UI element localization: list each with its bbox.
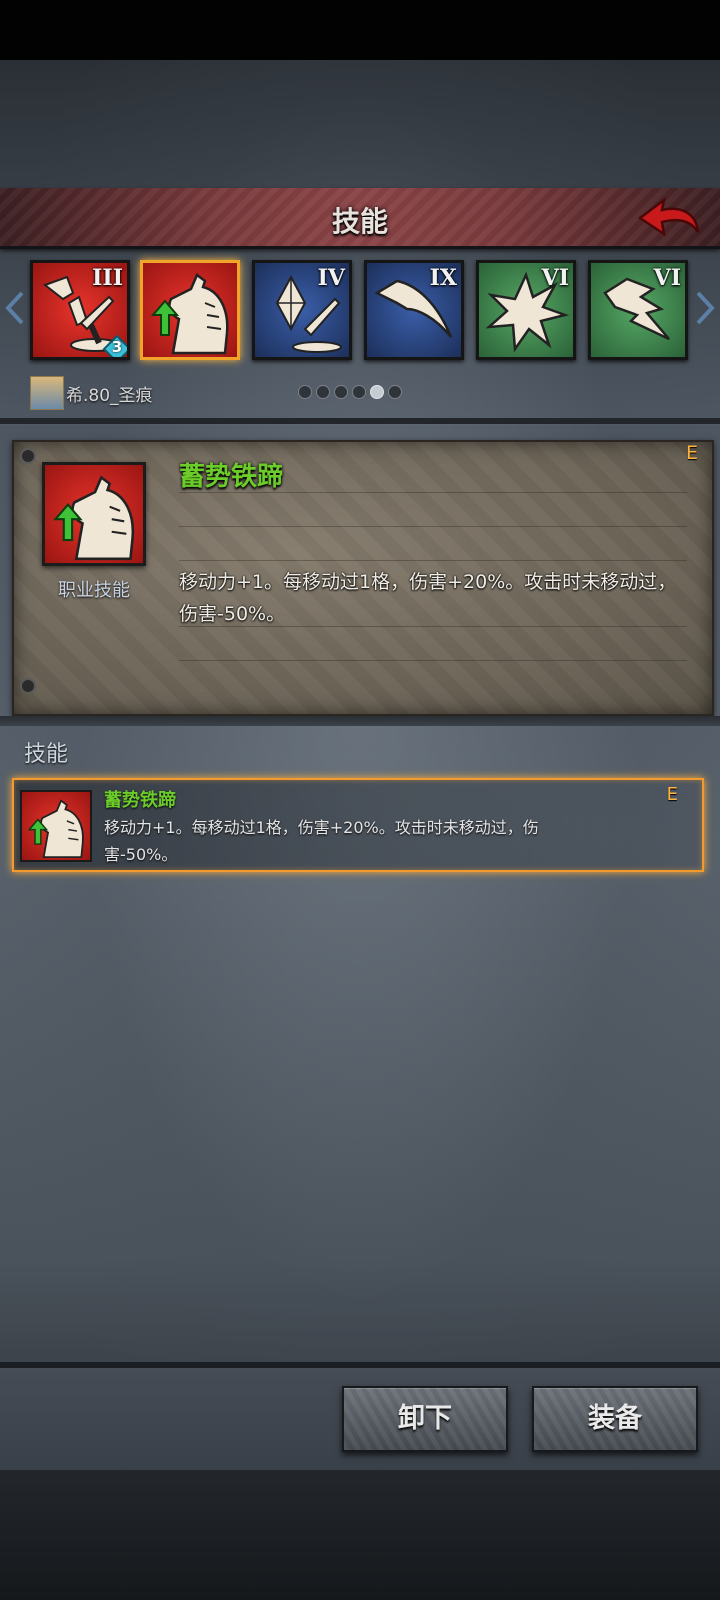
ruled-line bbox=[179, 560, 687, 561]
section-label: 技能 bbox=[24, 742, 69, 767]
divider bbox=[0, 418, 720, 424]
avatar bbox=[30, 376, 64, 410]
list-skill-name: 蓄势铁蹄 bbox=[104, 790, 176, 811]
skill-description: 移动力+1。每移动过1格，伤害+20%。攻击时未移动过，伤害-50%。 bbox=[179, 571, 677, 625]
ruled-line bbox=[179, 526, 687, 527]
pin-icon bbox=[20, 678, 36, 694]
bottom-area bbox=[0, 1470, 720, 1600]
skill-rank-label: III bbox=[92, 265, 123, 291]
skill-detail-card: 职业技能 蓄势铁蹄 E 移动力+1。每移动过1格，伤害+20%。攻击时未移动过，… bbox=[12, 440, 714, 716]
skill-rank-label: IX bbox=[429, 265, 457, 291]
chevron-left-icon[interactable] bbox=[4, 290, 26, 326]
skill-rank: E bbox=[685, 442, 698, 464]
page-title: 技能 bbox=[331, 205, 388, 238]
unequip-button[interactable]: 卸下 bbox=[342, 1386, 508, 1452]
page-dot[interactable] bbox=[352, 385, 366, 399]
status-bar bbox=[0, 0, 720, 60]
skill-slot-row: III 3 IV IX VI VI bbox=[0, 250, 720, 370]
skill-slot-4[interactable]: IX bbox=[364, 260, 464, 360]
page-indicator bbox=[298, 384, 406, 402]
chevron-right-icon[interactable] bbox=[694, 290, 716, 326]
level-gem-icon: 3 bbox=[103, 335, 127, 357]
ruled-line bbox=[179, 492, 687, 493]
pin-icon bbox=[20, 448, 36, 464]
skill-slot-2[interactable] bbox=[140, 260, 240, 360]
detail-skill-icon bbox=[42, 462, 146, 566]
divider bbox=[0, 716, 720, 726]
skill-name: 蓄势铁蹄 bbox=[179, 462, 284, 492]
skill-slot-6[interactable]: VI bbox=[588, 260, 688, 360]
equip-button[interactable]: 装备 bbox=[532, 1386, 698, 1452]
horse-arrow-up-icon bbox=[150, 273, 229, 355]
skill-type-label: 职业技能 bbox=[58, 580, 130, 601]
page-dot-active[interactable] bbox=[370, 385, 384, 399]
page-dot[interactable] bbox=[334, 385, 348, 399]
page-dot[interactable] bbox=[298, 385, 312, 399]
skill-rank-label: IV bbox=[317, 265, 345, 291]
page-dot[interactable] bbox=[316, 385, 330, 399]
horse-arrow-up-icon bbox=[27, 799, 84, 859]
ruled-line bbox=[179, 660, 687, 661]
skill-slot-1[interactable]: III 3 bbox=[30, 260, 130, 360]
list-skill-rank: E bbox=[666, 784, 678, 805]
list-skill-description: 移动力+1。每移动过1格，伤害+20%。攻击时未移动过，伤害-50%。 bbox=[104, 818, 539, 864]
back-arrow-icon bbox=[637, 197, 700, 237]
skill-list-item[interactable]: 蓄势铁蹄 E 移动力+1。每移动过1格，伤害+20%。攻击时未移动过，伤害-50… bbox=[12, 778, 704, 872]
title-banner: 技能 bbox=[0, 188, 720, 249]
skill-rank-label: VI bbox=[541, 265, 569, 291]
level-gem-value: 3 bbox=[111, 338, 123, 356]
back-button[interactable] bbox=[636, 194, 702, 242]
page-dot[interactable] bbox=[388, 385, 402, 399]
horse-arrow-up-icon bbox=[53, 475, 135, 561]
skill-rank-label: VI bbox=[653, 265, 681, 291]
skill-slot-3[interactable]: IV bbox=[252, 260, 352, 360]
character-name: 希.80_圣痕 bbox=[66, 386, 153, 406]
list-skill-icon bbox=[20, 790, 92, 862]
skill-slot-5[interactable]: VI bbox=[476, 260, 576, 360]
